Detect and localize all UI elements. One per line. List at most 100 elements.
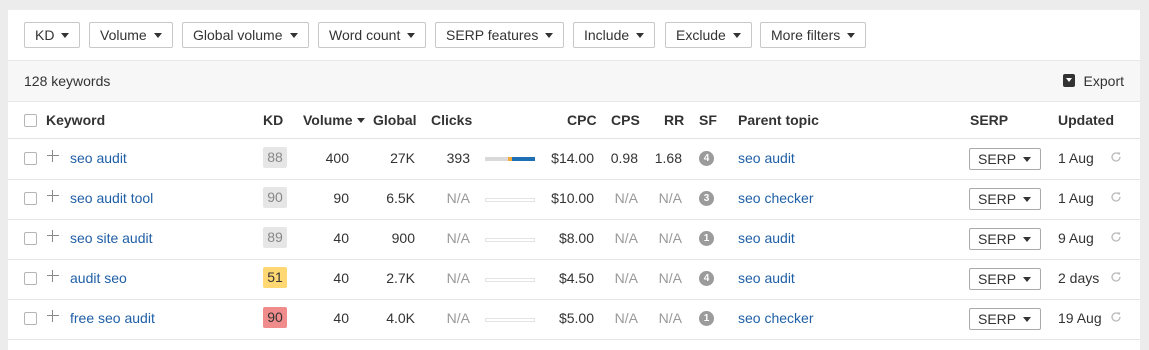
parent-topic-link[interactable]: seo audit [738, 150, 795, 166]
column-sf[interactable]: SF [699, 112, 717, 128]
filter-more-button[interactable]: More filters [760, 22, 867, 48]
refresh-icon[interactable] [1110, 231, 1122, 243]
keyword-link[interactable]: seo audit tool [70, 190, 153, 206]
chevron-down-icon [407, 32, 416, 38]
parent-topic-link[interactable]: seo audit [738, 270, 795, 286]
refresh-icon[interactable] [1110, 191, 1122, 203]
chevron-down-icon [153, 32, 162, 38]
cps-value: N/A [614, 230, 638, 246]
serp-features-badge[interactable]: 1 [699, 311, 714, 326]
volume-value: 400 [325, 150, 349, 166]
kd-badge: 90 [263, 307, 287, 328]
serp-features-badge[interactable]: 4 [699, 151, 714, 166]
clicks-value: N/A [446, 230, 470, 246]
clicks-value: N/A [446, 270, 470, 286]
clicks-bar [485, 157, 535, 161]
sort-desc-icon [356, 117, 365, 123]
global-volume-value: 900 [391, 230, 415, 246]
chevron-down-icon [1023, 236, 1032, 242]
kd-badge: 51 [263, 267, 287, 288]
filter-label: Word count [329, 27, 401, 43]
refresh-icon[interactable] [1110, 271, 1122, 283]
cpc-value: $8.00 [558, 230, 594, 246]
column-kd[interactable]: KD [263, 112, 283, 128]
serp-features-badge[interactable]: 4 [699, 271, 714, 286]
parent-topic-link[interactable]: seo checker [738, 310, 813, 326]
refresh-icon[interactable] [1110, 311, 1122, 323]
volume-value: 40 [333, 310, 349, 326]
row-checkbox[interactable] [24, 272, 37, 285]
filter-word-count-button[interactable]: Word count [318, 22, 427, 48]
serp-dropdown-label: SERP [978, 311, 1017, 327]
serp-dropdown[interactable]: SERP [969, 308, 1041, 330]
global-volume-value: 6.5K [386, 190, 415, 206]
column-volume[interactable]: Volume [303, 112, 365, 128]
rr-value: 1.68 [654, 150, 682, 166]
table-row: seo audit 88 400 27K 393 $14.00 0.98 1.6… [8, 139, 1140, 180]
filter-volume-button[interactable]: Volume [89, 22, 173, 48]
row-checkbox[interactable] [24, 232, 37, 245]
add-to-list-icon[interactable] [47, 230, 59, 242]
chevron-down-icon [289, 32, 298, 38]
download-icon [1062, 73, 1075, 87]
add-to-list-icon[interactable] [47, 190, 59, 202]
column-rr[interactable]: RR [664, 112, 684, 128]
export-button[interactable]: Export [1062, 73, 1124, 89]
keyword-link[interactable]: audit seo [70, 270, 127, 286]
column-parent-topic[interactable]: Parent topic [738, 112, 819, 128]
cps-value: N/A [614, 190, 638, 206]
chevron-down-icon [61, 32, 70, 38]
column-volume-label: Volume [303, 112, 353, 128]
column-cpc[interactable]: CPC [567, 112, 597, 128]
keyword-link[interactable]: seo audit [70, 150, 127, 166]
global-volume-value: 27K [390, 150, 415, 166]
serp-dropdown-label: SERP [978, 191, 1017, 207]
refresh-icon[interactable] [1110, 151, 1122, 163]
volume-value: 40 [333, 270, 349, 286]
add-to-list-icon[interactable] [47, 270, 59, 282]
column-global[interactable]: Global [373, 112, 417, 128]
add-to-list-icon[interactable] [47, 310, 59, 322]
export-label: Export [1083, 73, 1124, 89]
filter-global-volume-button[interactable]: Global volume [182, 22, 309, 48]
row-checkbox[interactable] [24, 192, 37, 205]
clicks-value: N/A [446, 310, 470, 326]
serp-features-badge[interactable]: 1 [699, 231, 714, 246]
filter-label: Include [584, 27, 630, 43]
filter-serp-features-button[interactable]: SERP features [435, 22, 565, 48]
column-cps[interactable]: CPS [611, 112, 640, 128]
serp-dropdown[interactable]: SERP [969, 148, 1041, 170]
serp-dropdown[interactable]: SERP [969, 188, 1041, 210]
rr-value: N/A [658, 310, 682, 326]
parent-topic-link[interactable]: seo audit [738, 230, 795, 246]
table-row: free seo audit 90 40 4.0K N/A $5.00 N/A … [8, 299, 1140, 340]
chevron-down-icon [1023, 156, 1032, 162]
chevron-down-icon [636, 32, 645, 38]
cpc-value: $14.00 [551, 150, 594, 166]
serp-features-badge[interactable]: 3 [699, 191, 714, 206]
add-to-list-icon[interactable] [47, 150, 59, 162]
cps-value: N/A [614, 310, 638, 326]
serp-dropdown[interactable]: SERP [969, 268, 1041, 290]
filter-bar: KD Volume Global volume Word count SERP … [8, 10, 1140, 61]
column-keyword[interactable]: Keyword [46, 112, 105, 128]
filter-label: Exclude [676, 27, 726, 43]
keyword-link[interactable]: free seo audit [70, 310, 155, 326]
filter-exclude-button[interactable]: Exclude [665, 22, 752, 48]
table-row: audit seo 51 40 2.7K N/A $4.50 N/A N/A 4… [8, 259, 1140, 300]
row-checkbox[interactable] [24, 152, 37, 165]
row-checkbox[interactable] [24, 312, 37, 325]
keyword-link[interactable]: seo site audit [70, 230, 153, 246]
updated-value: 2 days [1058, 270, 1100, 286]
column-updated[interactable]: Updated [1058, 112, 1114, 128]
select-all-checkbox[interactable] [24, 114, 37, 127]
serp-dropdown[interactable]: SERP [969, 228, 1041, 250]
rr-value: N/A [658, 270, 682, 286]
filter-label: Volume [100, 27, 147, 43]
column-clicks[interactable]: Clicks [431, 112, 472, 128]
filter-kd-button[interactable]: KD [24, 22, 81, 48]
filter-include-button[interactable]: Include [573, 22, 656, 48]
table-row: seo site audit 89 40 900 N/A $8.00 N/A N… [8, 219, 1140, 260]
clicks-bar [485, 278, 535, 282]
parent-topic-link[interactable]: seo checker [738, 190, 813, 206]
